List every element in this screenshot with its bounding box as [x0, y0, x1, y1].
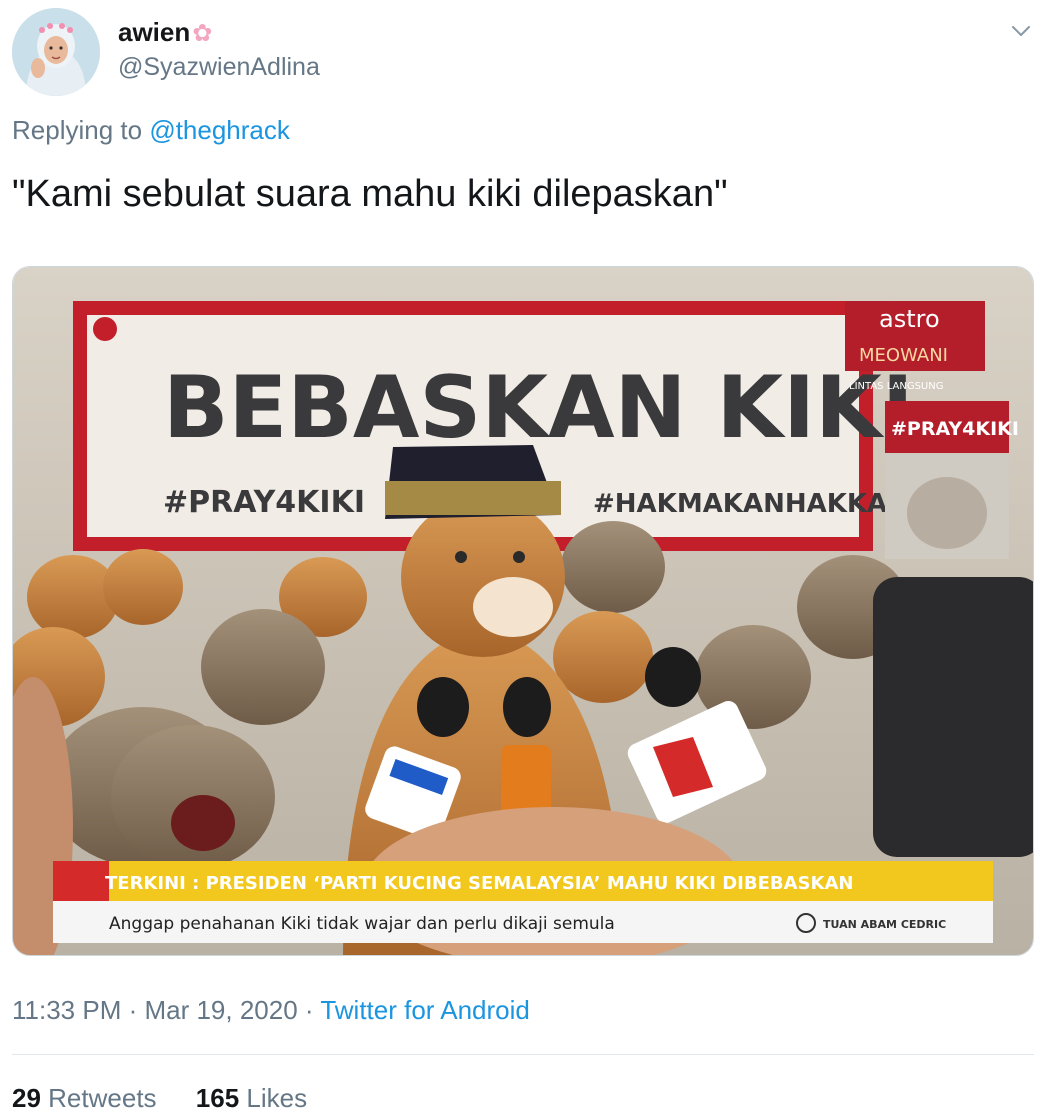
- ticker-sub-text: Anggap penahanan Kiki tidak wajar dan pe…: [109, 914, 615, 934]
- retweets-count: 29: [12, 1083, 41, 1113]
- likes-stat[interactable]: 165 Likes: [196, 1083, 307, 1113]
- tweet-metadata: 11:33 PM · Mar 19, 2020 · Twitter for An…: [12, 994, 530, 1026]
- camera-shape: [873, 577, 1033, 857]
- divider: [12, 1054, 1034, 1055]
- channel-sub: MEOWANI: [859, 345, 948, 366]
- credit-text: TUAN ABAM CEDRIC: [823, 918, 946, 931]
- likes-count: 165: [195, 1083, 240, 1113]
- tweet-text: "Kami sebulat suara mahu kiki dilepaskan…: [12, 173, 728, 215]
- flower-icon: ✿: [192, 20, 213, 47]
- likes-label: Likes: [246, 1083, 308, 1113]
- retweets-label: Retweets: [48, 1083, 157, 1113]
- media-illustration: BEBASKAN KIKI #PRAY4KIKI #HAKMAKANHAKKAM…: [13, 267, 1033, 955]
- tweet-source-link[interactable]: Twitter for Android: [320, 995, 530, 1025]
- reply-to-link[interactable]: @theghrack: [149, 115, 290, 145]
- tweet-media-image[interactable]: BEBASKAN KIKI #PRAY4KIKI #HAKMAKANHAKKAM…: [12, 266, 1034, 956]
- retweets-stat[interactable]: 29 Retweets: [12, 1083, 157, 1113]
- tweet-stats: 29 Retweets 165 Likes: [12, 1082, 339, 1114]
- reply-context: Replying to @theghrack: [12, 114, 290, 146]
- ticker-main-text: TERKINI : PRESIDEN ‘PARTI KUCING SEMALAY…: [105, 873, 853, 894]
- display-name[interactable]: awien✿: [118, 16, 212, 50]
- banner-tag-2: #HAKMAKANHAKKAMI: [593, 489, 923, 519]
- avatar[interactable]: [12, 8, 100, 96]
- channel-name: astro: [879, 305, 940, 333]
- meta-separator: ·: [297, 995, 321, 1025]
- avatar-image: [12, 8, 100, 96]
- chevron-down-icon[interactable]: [1010, 20, 1032, 42]
- side-tag: #PRAY4KIKI: [891, 418, 1019, 440]
- meta-separator: ·: [121, 995, 145, 1025]
- reply-prefix: Replying to: [12, 115, 143, 145]
- user-handle[interactable]: @SyazwienAdlina: [118, 52, 320, 82]
- tweet-time[interactable]: 11:33 PM: [12, 995, 121, 1025]
- tweet-date[interactable]: Mar 19, 2020: [144, 995, 297, 1025]
- banner-tag-1: #PRAY4KIKI: [163, 485, 365, 520]
- tweet: awien✿ @SyazwienAdlina Replying to @theg…: [0, 0, 1064, 1120]
- display-name-text: awien: [118, 17, 191, 47]
- channel-small: LINTAS LANGSUNG: [849, 381, 943, 392]
- banner-title: BEBASKAN KIKI: [163, 358, 914, 458]
